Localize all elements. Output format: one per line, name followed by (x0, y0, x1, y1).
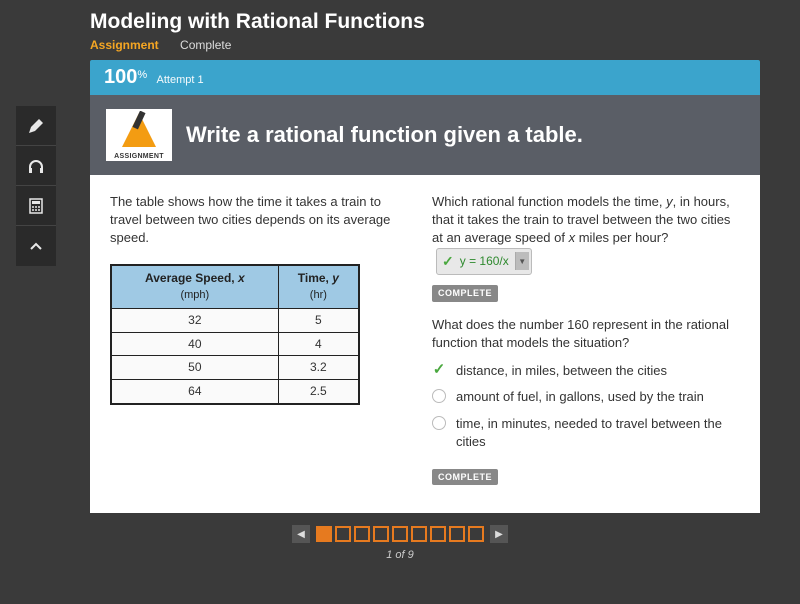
col-time-header: Time, y (hr) (278, 265, 359, 309)
tool-sidebar (16, 106, 56, 266)
check-icon: ✓ (442, 252, 454, 272)
subhead: Assignment Complete (0, 36, 800, 60)
cell-speed: 40 (111, 332, 278, 356)
tab-complete[interactable]: Complete (180, 38, 231, 52)
page-box-3[interactable] (354, 526, 370, 542)
left-column: The table shows how the time it takes a … (110, 193, 410, 495)
radio-icon (432, 416, 446, 430)
table-row: 325 (111, 308, 359, 332)
page-title: Modeling with Rational Functions (0, 0, 800, 36)
page-box-4[interactable] (373, 526, 389, 542)
cell-time: 5 (278, 308, 359, 332)
page-box-7[interactable] (430, 526, 446, 542)
page-count: 1 of 9 (0, 549, 800, 561)
pager-next[interactable]: ▶ (490, 525, 508, 543)
cell-time: 3.2 (278, 356, 359, 380)
complete-badge-1: COMPLETE (432, 285, 498, 302)
calculator-tool[interactable] (16, 186, 56, 226)
cell-speed: 32 (111, 308, 278, 332)
intro-text: The table shows how the time it takes a … (110, 193, 410, 248)
cell-speed: 64 (111, 380, 278, 404)
table-row: 503.2 (111, 356, 359, 380)
pencil-icon (27, 117, 45, 135)
right-column: Which rational function models the time,… (432, 193, 740, 495)
page-box-8[interactable] (449, 526, 465, 542)
score-bar: 100% Attempt 1 (90, 60, 760, 95)
page-box-6[interactable] (411, 526, 427, 542)
page-box-1[interactable] (316, 526, 332, 542)
score-value: 100 (104, 66, 137, 88)
pager-prev[interactable]: ◀ (292, 525, 310, 543)
col-speed-header: Average Speed, x (mph) (111, 265, 278, 309)
chevron-up-icon (28, 238, 44, 254)
option-text: amount of fuel, in gallons, used by the … (456, 388, 704, 406)
chevron-down-icon: ▼ (515, 252, 529, 270)
audio-tool[interactable] (16, 146, 56, 186)
table-row: 642.5 (111, 380, 359, 404)
answer-dropdown[interactable]: ✓ y = 160/x ▼ (436, 248, 532, 276)
pager: ◀ ▶ (0, 525, 800, 543)
answer-option[interactable]: ✓ distance, in miles, between the cities (432, 362, 740, 380)
answer-formula: y = 160/x (458, 253, 511, 270)
page-box-2[interactable] (335, 526, 351, 542)
question-1: Which rational function models the time,… (432, 193, 740, 275)
tab-assignment[interactable]: Assignment (90, 38, 159, 52)
answer-option[interactable]: amount of fuel, in gallons, used by the … (432, 388, 740, 406)
attempt-label: Attempt 1 (157, 74, 204, 86)
assignment-badge-icon: ASSIGNMENT (106, 109, 172, 161)
option-text: time, in minutes, needed to travel betwe… (456, 415, 740, 451)
complete-badge-2: COMPLETE (432, 469, 498, 486)
option-text: distance, in miles, between the cities (456, 362, 667, 380)
page-box-5[interactable] (392, 526, 408, 542)
score-percent: % (137, 69, 147, 81)
page-box-9[interactable] (468, 526, 484, 542)
answer-option[interactable]: time, in minutes, needed to travel betwe… (432, 415, 740, 451)
instruction-bar: ASSIGNMENT Write a rational function giv… (90, 95, 760, 175)
cell-speed: 50 (111, 356, 278, 380)
collapse-tool[interactable] (16, 226, 56, 266)
instruction-text: Write a rational function given a table. (186, 122, 583, 148)
radio-icon (432, 389, 446, 403)
content-panel: The table shows how the time it takes a … (90, 175, 760, 513)
pencil-tool[interactable] (16, 106, 56, 146)
headphones-icon (27, 157, 45, 175)
check-icon: ✓ (432, 363, 446, 377)
question-2: What does the number 160 represent in th… (432, 316, 740, 352)
table-row: 404 (111, 332, 359, 356)
calculator-icon (28, 198, 44, 214)
cell-time: 2.5 (278, 380, 359, 404)
data-table: Average Speed, x (mph) Time, y (hr) 3254… (110, 264, 360, 405)
cell-time: 4 (278, 332, 359, 356)
